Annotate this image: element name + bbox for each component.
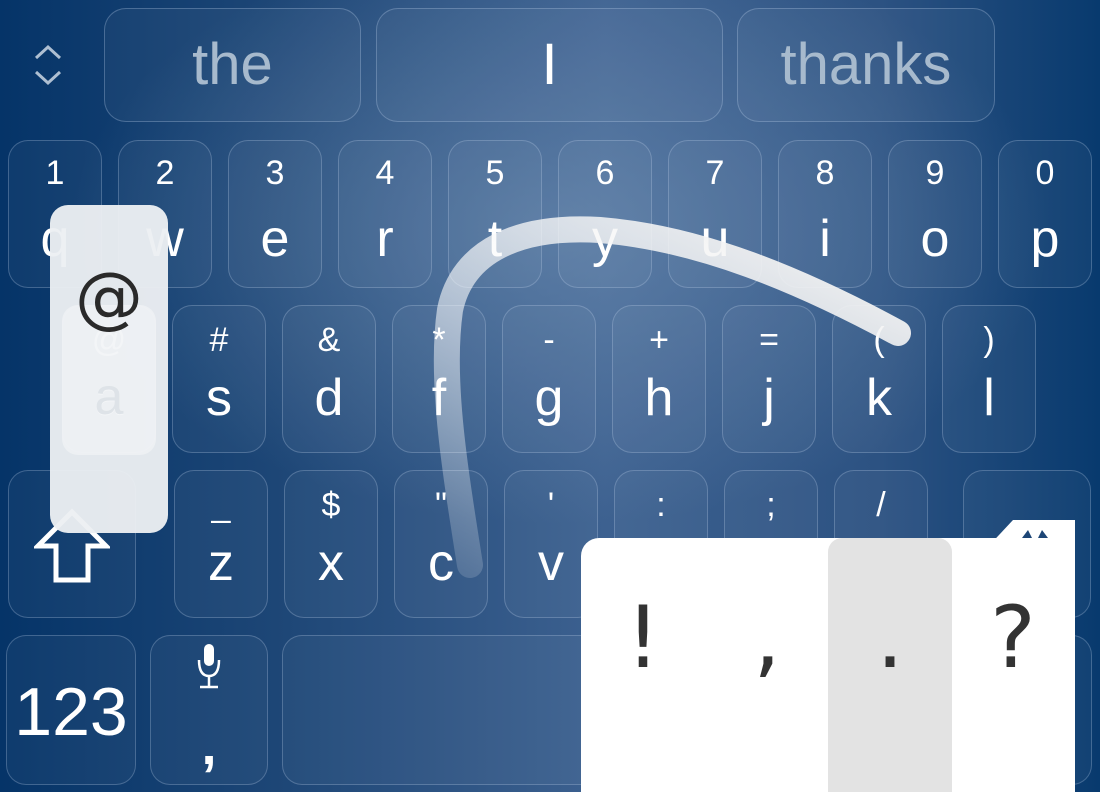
key-label: z [208, 534, 234, 592]
key-hint: 3 [265, 154, 285, 192]
key-f[interactable]: * f [392, 305, 486, 453]
punct-option-period[interactable]: . [828, 538, 952, 792]
key-hint: 5 [485, 154, 505, 192]
key-label: k [866, 369, 892, 427]
key-s[interactable]: # s [172, 305, 266, 453]
key-label: j [763, 369, 775, 427]
key-hint: 9 [925, 154, 945, 192]
key-hint: ) [983, 321, 995, 359]
key-hint: 4 [375, 154, 395, 192]
suggestion-2[interactable]: I [376, 8, 723, 122]
key-hint: - [543, 321, 555, 359]
key-y[interactable]: 6y [558, 140, 652, 288]
key-t[interactable]: 5t [448, 140, 542, 288]
suggestion-3[interactable]: thanks [737, 8, 995, 122]
key-i[interactable]: 8i [778, 140, 872, 288]
key-label: f [431, 369, 447, 427]
key-g[interactable]: -g [502, 305, 596, 453]
key-o[interactable]: 9o [888, 140, 982, 288]
key-label: d [314, 369, 344, 427]
key-label: x [318, 534, 344, 592]
key-hint: 7 [705, 154, 725, 192]
key-hint: ; [766, 486, 776, 524]
comma-label: , [201, 716, 217, 776]
punct-option-exclamation[interactable]: ! [581, 538, 705, 792]
punct-option-question[interactable]: ? [951, 538, 1075, 792]
microphone-icon [197, 644, 221, 689]
symbols-key-label: 123 [14, 674, 128, 750]
at-option[interactable]: @ [50, 263, 168, 333]
key-r[interactable]: 4r [338, 140, 432, 288]
key-hint: $ [321, 486, 341, 524]
key-hint: 8 [815, 154, 835, 192]
suggestion-1[interactable]: the [104, 8, 361, 122]
key-k[interactable]: (k [832, 305, 926, 453]
key-hint: ( [873, 321, 885, 359]
key-label: p [1030, 210, 1060, 268]
key-label: g [534, 369, 564, 427]
key-h[interactable]: + h [612, 305, 706, 453]
key-p[interactable]: 0p [998, 140, 1092, 288]
key-label: i [819, 210, 831, 268]
key-x[interactable]: $ x [284, 470, 378, 618]
key-label: e [260, 210, 290, 268]
key-label: c [428, 534, 454, 592]
key-label: h [644, 369, 674, 427]
key-label: l [983, 369, 995, 427]
symbols-key[interactable]: 123 [6, 635, 136, 785]
key-hint: * [432, 321, 446, 359]
key-hint: & [317, 321, 341, 359]
key-hint: 6 [595, 154, 615, 192]
key-label: y [592, 210, 618, 268]
key-hint: _ [211, 486, 231, 524]
key-hint: 0 [1035, 154, 1055, 192]
key-hint: + [649, 321, 669, 359]
alternate-char-popup: a @ [50, 205, 168, 533]
key-hint: 2 [155, 154, 175, 192]
key-hint: " [434, 486, 448, 524]
key-hint: / [876, 486, 886, 524]
key-hint: : [656, 486, 666, 524]
key-hint: 1 [45, 154, 65, 192]
key-label: t [487, 210, 503, 268]
punct-option-comma[interactable]: , [705, 538, 829, 792]
key-label: o [920, 210, 950, 268]
key-c[interactable]: " c [394, 470, 488, 618]
key-z[interactable]: _ z [174, 470, 268, 618]
punctuation-popup: ! , . ? [581, 538, 1075, 792]
key-u[interactable]: 7u [668, 140, 762, 288]
key-label: r [376, 210, 394, 268]
key-e[interactable]: 3e [228, 140, 322, 288]
expand-collapse-icon[interactable] [30, 42, 66, 88]
key-hint: ' [547, 486, 555, 524]
key-j[interactable]: = j [722, 305, 816, 453]
key-hint: = [759, 321, 779, 359]
key-label: s [206, 369, 232, 427]
key-l[interactable]: ) l [942, 305, 1036, 453]
key-hint: # [209, 321, 229, 359]
key-d[interactable]: & d [282, 305, 376, 453]
key-label: u [700, 210, 730, 268]
